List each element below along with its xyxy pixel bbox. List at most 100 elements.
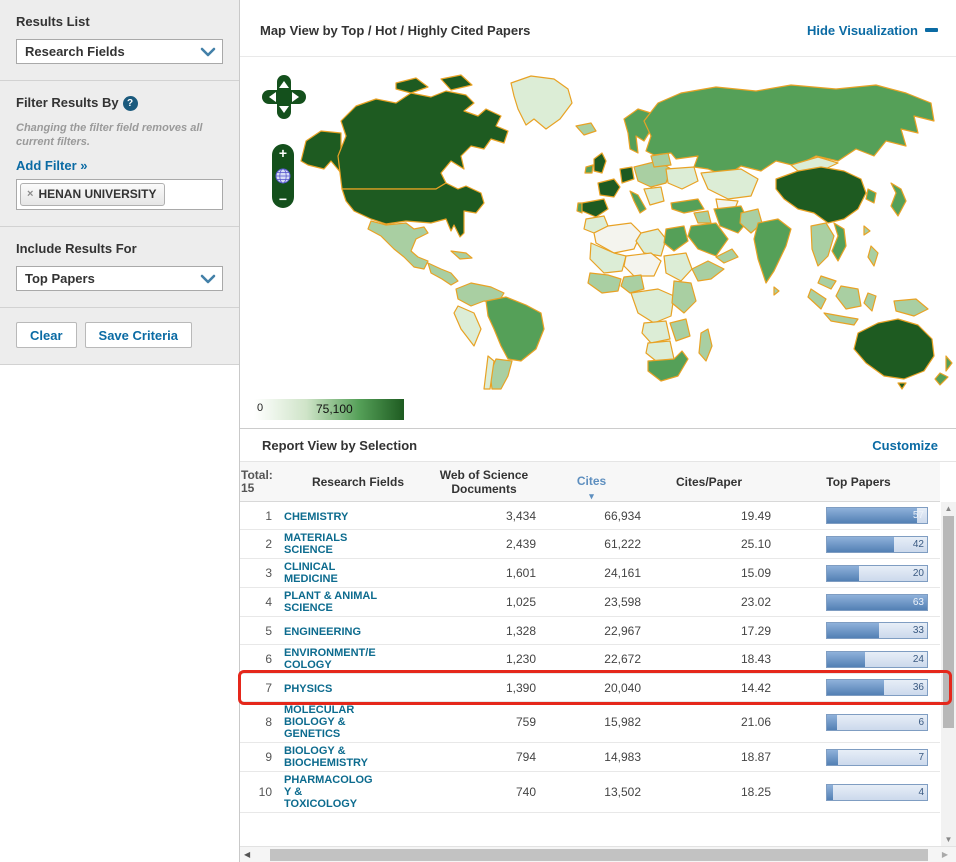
research-field-link[interactable]: ENVIRONMENT/E COLOGY bbox=[284, 647, 376, 671]
wos-docs-cell: 3,434 bbox=[432, 509, 542, 523]
wos-docs-cell: 1,328 bbox=[432, 624, 542, 638]
cites-label: Cites bbox=[577, 474, 606, 488]
top-papers-value: 33 bbox=[913, 625, 924, 636]
column-header-research-fields[interactable]: Research Fields bbox=[282, 475, 432, 489]
cites-cell: 22,672 bbox=[542, 652, 647, 666]
wos-docs-cell: 759 bbox=[432, 715, 542, 729]
top-papers-value: 7 bbox=[918, 752, 924, 763]
cites-per-paper-cell: 15.09 bbox=[647, 566, 777, 580]
results-list-select[interactable]: Research Fields bbox=[16, 39, 223, 64]
chevron-down-icon bbox=[200, 45, 216, 59]
zoom-in-button[interactable]: + bbox=[279, 147, 287, 159]
research-field-link[interactable]: CHEMISTRY bbox=[284, 511, 348, 523]
add-filter-link[interactable]: Add Filter » bbox=[16, 158, 88, 173]
column-header-cites-sorted[interactable]: Cites ▾ bbox=[542, 460, 647, 503]
table-row[interactable]: 4 PLANT & ANIMAL SCIENCE 1,025 23,598 23… bbox=[240, 588, 940, 617]
save-criteria-button[interactable]: Save Criteria bbox=[85, 322, 193, 348]
table-row[interactable]: 10 PHARMACOLOG Y & TOXICOLOGY 740 13,502… bbox=[240, 772, 940, 813]
results-list-heading: Results List bbox=[16, 14, 223, 29]
globe-icon[interactable] bbox=[275, 168, 291, 184]
column-header-cites-per-paper[interactable]: Cites/Paper bbox=[647, 475, 777, 489]
table-row[interactable]: 3 CLINICAL MEDICINE 1,601 24,161 15.09 2… bbox=[240, 559, 940, 588]
research-field-link[interactable]: PHARMACOLOG Y & TOXICOLOGY bbox=[284, 774, 373, 810]
map-header: Map View by Top / Hot / Highly Cited Pap… bbox=[240, 0, 956, 57]
table-vertical-scrollbar[interactable]: ▲ ▼ bbox=[941, 502, 956, 846]
table-row-highlighted[interactable]: 7 PHYSICS 1,390 20,040 14.42 36 bbox=[240, 674, 940, 702]
include-results-select[interactable]: Top Papers bbox=[16, 266, 223, 291]
top-papers-bar: 36 bbox=[826, 679, 928, 696]
horizontal-scroll-thumb[interactable] bbox=[270, 849, 928, 861]
vertical-scroll-thumb[interactable] bbox=[943, 516, 954, 728]
cites-cell: 61,222 bbox=[542, 537, 647, 551]
bar-fill bbox=[827, 508, 917, 523]
criteria-actions: Clear Save Criteria bbox=[0, 308, 239, 365]
table-row[interactable]: 8 MOLECULAR BIOLOGY & GENETICS 759 15,98… bbox=[240, 702, 940, 743]
cites-cell: 23,598 bbox=[542, 595, 647, 609]
research-field-link[interactable]: CLINICAL MEDICINE bbox=[284, 561, 338, 585]
rank-cell: 3 bbox=[240, 566, 282, 580]
map-controls: + − bbox=[262, 75, 306, 208]
map-zoom-control: + − bbox=[272, 144, 294, 208]
choropleth-world-map[interactable] bbox=[246, 61, 956, 401]
top-papers-bar: 20 bbox=[826, 565, 928, 582]
remove-filter-icon[interactable]: × bbox=[27, 188, 33, 200]
help-icon[interactable]: ? bbox=[123, 96, 138, 111]
map-pan-control[interactable] bbox=[262, 75, 306, 133]
active-filters-box[interactable]: × HENAN UNIVERSITY bbox=[16, 179, 223, 210]
research-field-link[interactable]: ENGINEERING bbox=[284, 626, 361, 638]
collapse-minus-icon bbox=[925, 28, 938, 32]
scroll-left-icon[interactable]: ◀ bbox=[244, 850, 250, 859]
table-row[interactable]: 1 CHEMISTRY 3,434 66,934 19.49 57 bbox=[240, 502, 940, 530]
wos-docs-cell: 1,601 bbox=[432, 566, 542, 580]
report-view-header: Report View by Selection Customize bbox=[240, 428, 956, 462]
rank-cell: 8 bbox=[240, 715, 282, 729]
cites-cell: 14,983 bbox=[542, 750, 647, 764]
wos-docs-cell: 2,439 bbox=[432, 537, 542, 551]
research-field-link[interactable]: PLANT & ANIMAL SCIENCE bbox=[284, 590, 377, 614]
bar-fill bbox=[827, 652, 865, 667]
table-row[interactable]: 5 ENGINEERING 1,328 22,967 17.29 33 bbox=[240, 617, 940, 645]
scroll-right-icon[interactable]: ▶ bbox=[942, 850, 948, 859]
table-row[interactable]: 2 MATERIALS SCIENCE 2,439 61,222 25.10 4… bbox=[240, 530, 940, 559]
filter-section: Filter Results By? Changing the filter f… bbox=[0, 81, 239, 227]
filter-note: Changing the filter field removes all cu… bbox=[16, 121, 223, 149]
top-papers-bar: 57 bbox=[826, 507, 928, 524]
bar-fill bbox=[827, 537, 894, 552]
filter-heading: Filter Results By? bbox=[16, 95, 223, 111]
cites-per-paper-cell: 18.87 bbox=[647, 750, 777, 764]
top-papers-bar: 4 bbox=[826, 784, 928, 801]
research-field-link[interactable]: BIOLOGY & BIOCHEMISTRY bbox=[284, 745, 368, 769]
top-papers-value: 24 bbox=[913, 654, 924, 665]
sidebar: Results List Research Fields Filter Resu… bbox=[0, 0, 240, 862]
hide-visualization-link[interactable]: Hide Visualization bbox=[807, 23, 938, 38]
zoom-out-button[interactable]: − bbox=[279, 193, 287, 205]
cites-cell: 66,934 bbox=[542, 509, 647, 523]
column-header-wos-documents[interactable]: Web of Science Documents bbox=[432, 468, 542, 496]
clear-button[interactable]: Clear bbox=[16, 322, 77, 348]
research-field-link[interactable]: MOLECULAR BIOLOGY & GENETICS bbox=[284, 704, 354, 740]
scroll-down-icon[interactable]: ▼ bbox=[941, 835, 956, 844]
table-row[interactable]: 6 ENVIRONMENT/E COLOGY 1,230 22,672 18.4… bbox=[240, 645, 940, 674]
results-list-section: Results List Research Fields bbox=[0, 0, 239, 81]
scroll-up-icon[interactable]: ▲ bbox=[941, 504, 956, 513]
top-papers-value: 57 bbox=[913, 510, 924, 521]
bar-fill bbox=[827, 566, 859, 581]
top-papers-value: 20 bbox=[913, 568, 924, 579]
cites-per-paper-cell: 14.42 bbox=[647, 681, 777, 695]
rank-cell: 4 bbox=[240, 595, 282, 609]
top-papers-bar: 24 bbox=[826, 651, 928, 668]
horizontal-scrollbar[interactable]: ◀ ▶ bbox=[240, 846, 956, 862]
cites-cell: 20,040 bbox=[542, 681, 647, 695]
research-field-link[interactable]: MATERIALS SCIENCE bbox=[284, 532, 347, 556]
main-panel: Map View by Top / Hot / Highly Cited Pap… bbox=[240, 0, 956, 862]
esi-app: Results List Research Fields Filter Resu… bbox=[0, 0, 956, 862]
rank-cell: 1 bbox=[240, 509, 282, 523]
research-field-link[interactable]: PHYSICS bbox=[284, 683, 332, 695]
table-row[interactable]: 9 BIOLOGY & BIOCHEMISTRY 794 14,983 18.8… bbox=[240, 743, 940, 772]
rank-cell: 10 bbox=[240, 785, 282, 799]
customize-link[interactable]: Customize bbox=[872, 438, 938, 453]
filter-tag: × HENAN UNIVERSITY bbox=[20, 183, 165, 206]
column-header-top-papers[interactable]: Top Papers bbox=[777, 475, 940, 489]
top-papers-bar: 42 bbox=[826, 536, 928, 553]
wos-docs-cell: 1,390 bbox=[432, 681, 542, 695]
